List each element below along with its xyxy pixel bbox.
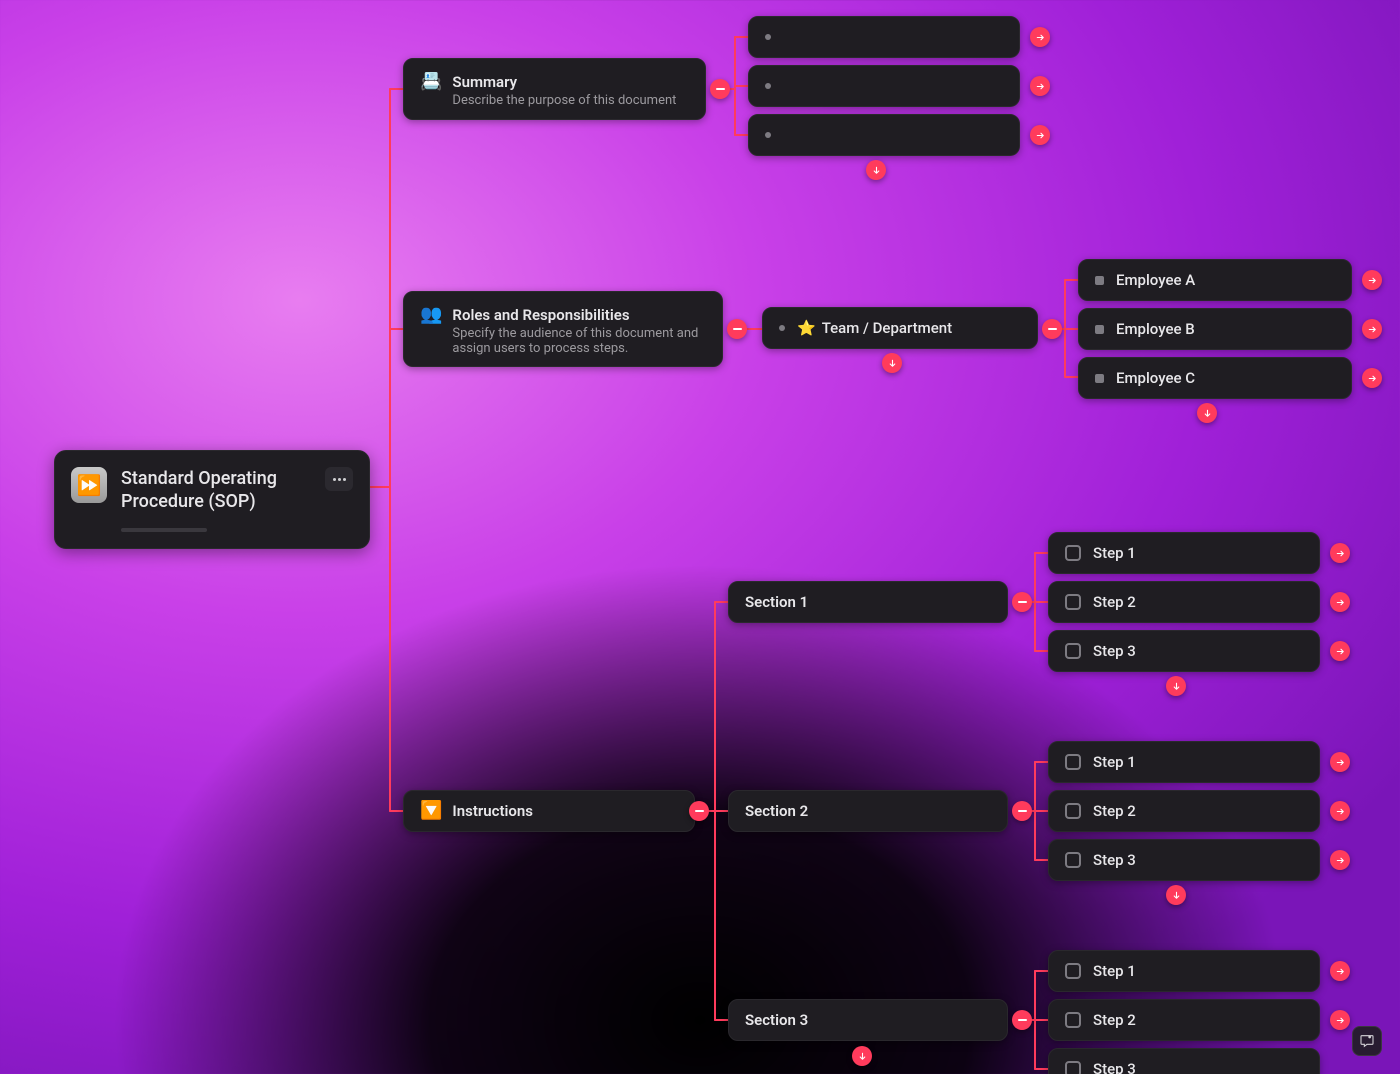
section-label: Section 3 <box>745 1011 808 1029</box>
employee-label: Employee B <box>1116 320 1195 338</box>
expand-button[interactable] <box>1030 125 1050 145</box>
collapse-button[interactable] <box>1012 801 1032 821</box>
star-icon: ⭐ <box>797 321 816 336</box>
node-step[interactable]: Step 3 <box>1048 630 1320 672</box>
expand-button[interactable] <box>1030 27 1050 47</box>
node-step[interactable]: Step 2 <box>1048 999 1320 1041</box>
node-team[interactable]: ⭐ Team / Department <box>762 307 1038 349</box>
bullet-icon <box>765 132 771 138</box>
node-step[interactable]: Step 1 <box>1048 532 1320 574</box>
node-section-2[interactable]: Section 2 <box>728 790 1008 832</box>
summary-bullet-2[interactable] <box>748 65 1020 107</box>
collapse-button[interactable] <box>1012 592 1032 612</box>
node-section-1[interactable]: Section 1 <box>728 581 1008 623</box>
bullet-icon <box>765 83 771 89</box>
square-icon <box>1095 374 1104 383</box>
square-icon <box>1095 325 1104 334</box>
node-step[interactable]: Step 2 <box>1048 581 1320 623</box>
roles-title: Roles and Responsibilities <box>452 306 706 324</box>
expand-button[interactable] <box>1330 801 1350 821</box>
down-arrow-icon: 🔽 <box>420 802 442 820</box>
node-section-3[interactable]: Section 3 <box>728 999 1008 1041</box>
add-sibling-button[interactable] <box>866 160 886 180</box>
node-step[interactable]: Step 2 <box>1048 790 1320 832</box>
checkbox-icon[interactable] <box>1065 643 1081 659</box>
team-label: Team / Department <box>822 319 952 337</box>
node-step[interactable]: Step 3 <box>1048 839 1320 881</box>
summary-title: Summary <box>452 73 676 91</box>
checkbox-icon[interactable] <box>1065 545 1081 561</box>
node-employee-b[interactable]: Employee B <box>1078 308 1352 350</box>
node-employee-c[interactable]: Employee C <box>1078 357 1352 399</box>
step-label: Step 2 <box>1093 1011 1136 1029</box>
node-summary[interactable]: 📇 Summary Describe the purpose of this d… <box>403 58 706 120</box>
bullet-icon <box>779 325 785 331</box>
section-label: Section 2 <box>745 802 808 820</box>
node-step[interactable]: Step 3 <box>1048 1048 1320 1074</box>
collapse-button[interactable] <box>689 801 709 821</box>
node-instructions[interactable]: 🔽 Instructions <box>403 790 695 832</box>
add-sibling-button[interactable] <box>1166 885 1186 905</box>
checkbox-icon[interactable] <box>1065 963 1081 979</box>
expand-button[interactable] <box>1362 368 1382 388</box>
node-step[interactable]: Step 1 <box>1048 950 1320 992</box>
collapse-button[interactable] <box>727 319 747 339</box>
step-label: Step 1 <box>1093 544 1136 562</box>
roles-subtitle: Specify the audience of this document an… <box>452 326 706 356</box>
fast-forward-icon: ⏩ <box>71 467 107 503</box>
step-label: Step 3 <box>1093 642 1136 660</box>
checkbox-icon[interactable] <box>1065 754 1081 770</box>
section-label: Section 1 <box>745 593 808 611</box>
square-icon <box>1095 276 1104 285</box>
expand-button[interactable] <box>1362 270 1382 290</box>
bullet-icon <box>765 34 771 40</box>
node-employee-a[interactable]: Employee A <box>1078 259 1352 301</box>
step-label: Step 3 <box>1093 851 1136 869</box>
checkbox-icon[interactable] <box>1065 1012 1081 1028</box>
step-label: Step 1 <box>1093 753 1136 771</box>
root-node[interactable]: ⏩ Standard Operating Procedure (SOP) <box>54 450 370 549</box>
add-sibling-button[interactable] <box>1166 676 1186 696</box>
expand-button[interactable] <box>1330 592 1350 612</box>
step-label: Step 2 <box>1093 593 1136 611</box>
expand-button[interactable] <box>1330 961 1350 981</box>
add-sibling-button[interactable] <box>852 1046 872 1066</box>
card-index-icon: 📇 <box>420 73 442 91</box>
root-subtitle-placeholder <box>121 528 207 532</box>
summary-subtitle: Describe the purpose of this document <box>452 93 676 108</box>
add-sibling-button[interactable] <box>882 353 902 373</box>
collapse-button[interactable] <box>1042 319 1062 339</box>
mindmap-canvas[interactable]: ⏩ Standard Operating Procedure (SOP) 📇 S… <box>0 0 1400 1074</box>
people-icon: 👥 <box>420 306 442 324</box>
checkbox-icon[interactable] <box>1065 803 1081 819</box>
collapse-button[interactable] <box>710 79 730 99</box>
add-sibling-button[interactable] <box>1197 403 1217 423</box>
expand-button[interactable] <box>1330 850 1350 870</box>
employee-label: Employee C <box>1116 369 1195 387</box>
summary-bullet-1[interactable] <box>748 16 1020 58</box>
expand-button[interactable] <box>1330 752 1350 772</box>
instructions-title: Instructions <box>452 802 533 820</box>
summary-bullet-3[interactable] <box>748 114 1020 156</box>
expand-button[interactable] <box>1330 543 1350 563</box>
step-label: Step 3 <box>1093 1060 1136 1074</box>
expand-button[interactable] <box>1330 1010 1350 1030</box>
checkbox-icon[interactable] <box>1065 594 1081 610</box>
root-menu-button[interactable] <box>325 467 353 491</box>
expand-button[interactable] <box>1030 76 1050 96</box>
node-roles[interactable]: 👥 Roles and Responsibilities Specify the… <box>403 291 723 367</box>
checkbox-icon[interactable] <box>1065 1061 1081 1074</box>
checkbox-icon[interactable] <box>1065 852 1081 868</box>
expand-button[interactable] <box>1362 319 1382 339</box>
step-label: Step 2 <box>1093 802 1136 820</box>
employee-label: Employee A <box>1116 271 1195 289</box>
feedback-button[interactable] <box>1352 1026 1382 1056</box>
root-title[interactable]: Standard Operating Procedure (SOP) <box>121 467 303 514</box>
node-step[interactable]: Step 1 <box>1048 741 1320 783</box>
collapse-button[interactable] <box>1012 1010 1032 1030</box>
step-label: Step 1 <box>1093 962 1136 980</box>
expand-button[interactable] <box>1330 641 1350 661</box>
